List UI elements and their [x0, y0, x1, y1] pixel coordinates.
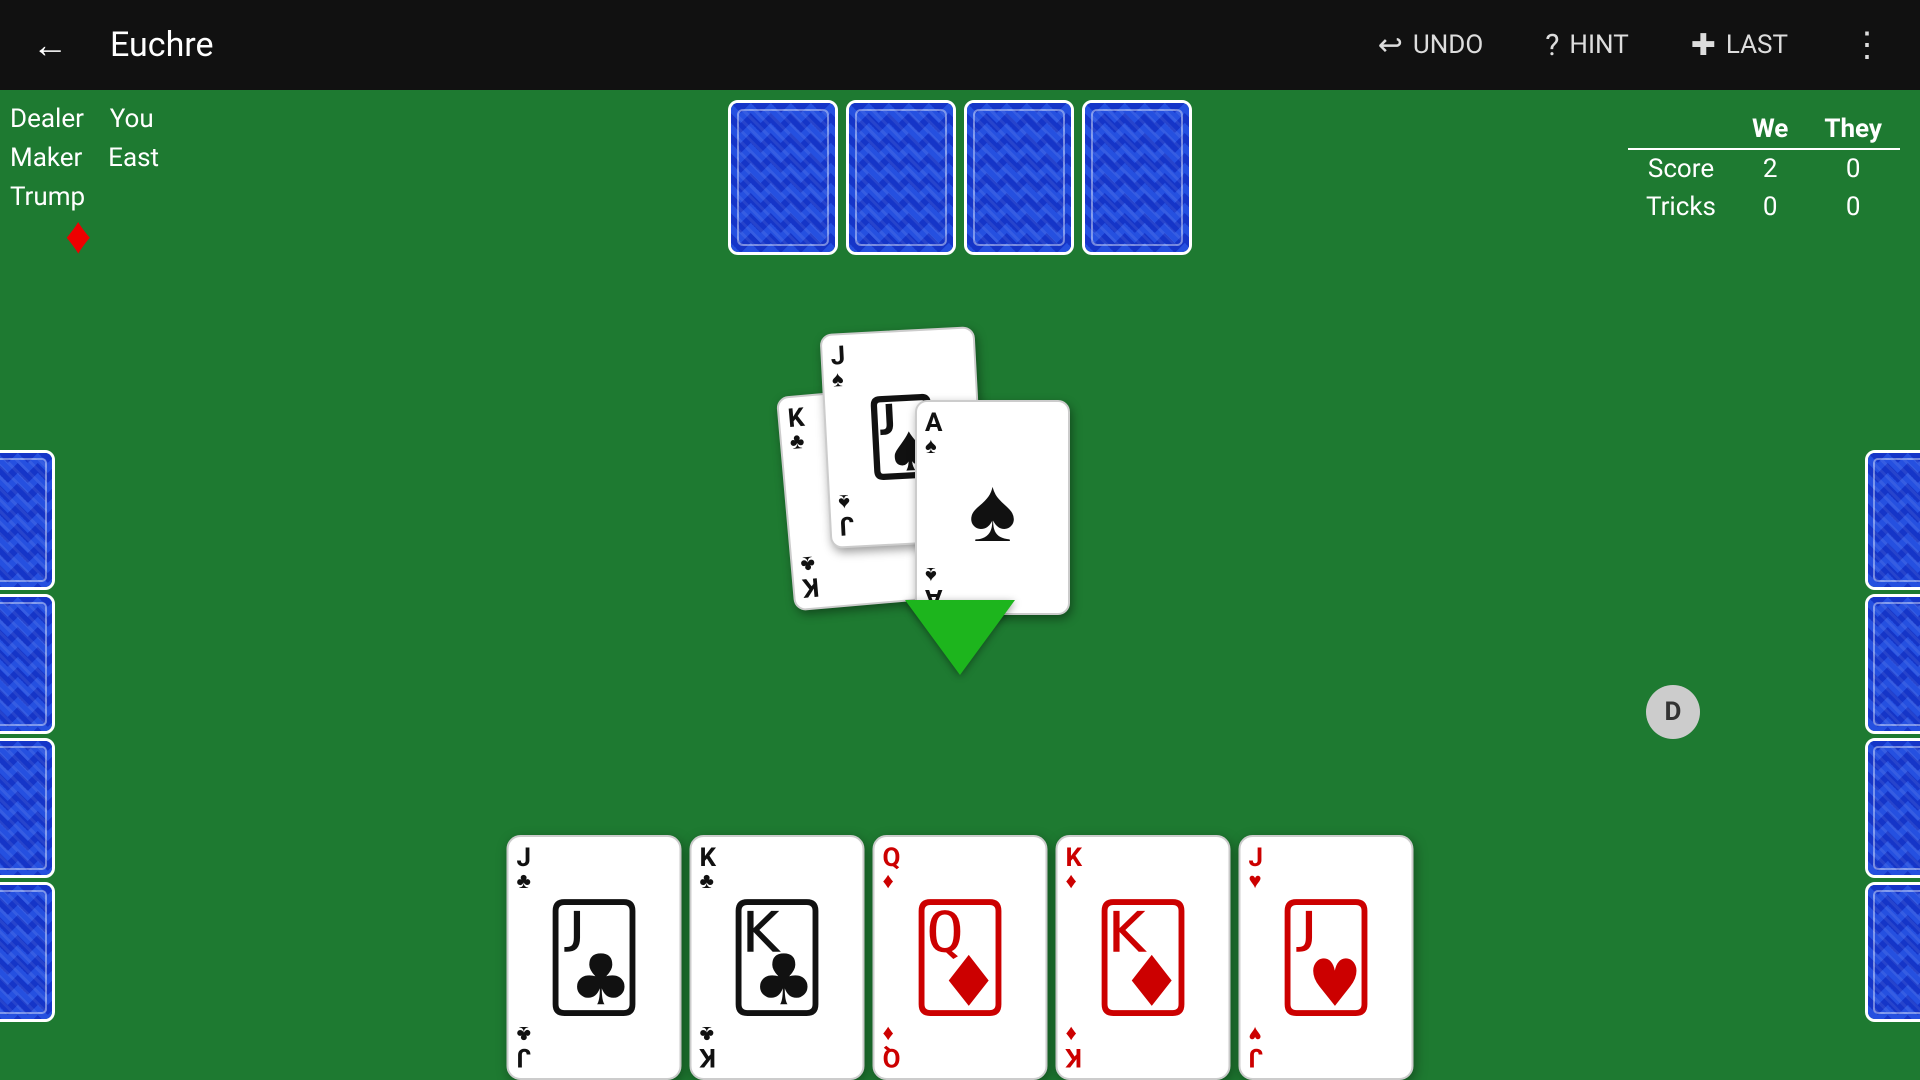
jc-art: 🃛: [543, 899, 645, 1017]
kc-suit-top: ♣: [700, 871, 714, 893]
more-options-button[interactable]: ⋮: [1834, 19, 1900, 71]
jh-art: 🂻: [1275, 899, 1377, 1017]
they-tricks-value: 0: [1806, 188, 1900, 226]
back-button[interactable]: ←: [20, 16, 80, 74]
you-label: You: [110, 104, 154, 134]
dealer-badge: D: [1646, 685, 1700, 739]
game-info-panel: Dealer You Maker East Trump: [10, 100, 159, 217]
north-card-1: [728, 100, 838, 255]
undo-label: UNDO: [1413, 30, 1483, 60]
tricks-row-label: Tricks: [1628, 188, 1734, 226]
qd-suit-top: ♦: [883, 871, 894, 893]
jack-spades-rank-top: J: [830, 343, 846, 370]
we-tricks-value: 0: [1734, 188, 1806, 226]
west-card-1: [0, 450, 55, 590]
ace-spades-rank-top: A: [925, 410, 942, 436]
dealer-info: Dealer You: [10, 100, 159, 139]
west-card-2: [0, 594, 55, 734]
hand-card-king-diamonds[interactable]: K ♦ 🃎 K ♦: [1056, 835, 1231, 1080]
hand-card-queen-diamonds[interactable]: Q ♦ 🃍 Q ♦: [873, 835, 1048, 1080]
kd-art: 🃎: [1092, 899, 1194, 1017]
hint-label: HINT: [1569, 30, 1628, 60]
last-icon: ✚: [1691, 28, 1716, 63]
north-card-3: [964, 100, 1074, 255]
north-card-4: [1082, 100, 1192, 255]
ace-spades-art: ♠: [969, 458, 1017, 563]
score-panel: We They Score 2 0 Tricks 0 0: [1628, 110, 1900, 226]
player-hand[interactable]: J ♣ 🃛 J ♣ K ♣ 🃞: [503, 835, 1418, 1080]
they-header: They: [1806, 110, 1900, 149]
jh-suit-top: ♥: [1249, 871, 1262, 893]
north-card-2: [846, 100, 956, 255]
west-card-3: [0, 738, 55, 878]
qd-art: 🃍: [909, 899, 1011, 1017]
hint-button[interactable]: ? HINT: [1529, 22, 1645, 69]
kc-rank-top: K: [700, 845, 717, 871]
qd-rank-top: Q: [883, 845, 901, 871]
last-label: LAST: [1726, 30, 1788, 60]
they-score-value: 0: [1806, 149, 1900, 188]
top-navigation-bar: ← Euchre ↩ UNDO ? HINT ✚ LAST ⋮: [0, 0, 1920, 90]
kd-rank-top: K: [1066, 845, 1083, 871]
east-card-4: [1865, 882, 1920, 1022]
maker-info: Maker East: [10, 139, 159, 178]
we-header: We: [1734, 110, 1806, 149]
trump-suit-symbol: ♦: [65, 205, 92, 266]
center-play-area: K ♣ 🂾 K ♣ J ♠ 🂫 J ♠: [785, 330, 1135, 590]
east-player-cards: [1865, 450, 1920, 1022]
we-score-value: 2: [1734, 149, 1806, 188]
maker-label: Maker: [10, 143, 82, 173]
east-card-2: [1865, 594, 1920, 734]
hand-card-jack-clubs[interactable]: J ♣ 🃛 J ♣: [507, 835, 682, 1080]
played-card-ace-spades: A ♠ ♠ A ♠: [915, 400, 1070, 615]
undo-button[interactable]: ↩ UNDO: [1362, 22, 1500, 69]
last-button[interactable]: ✚ LAST: [1675, 22, 1804, 69]
east-label: East: [108, 143, 159, 173]
jack-spades-suit-top: ♠: [831, 369, 844, 392]
we-column-header: [1628, 110, 1734, 149]
jh-rank-top: J: [1249, 845, 1264, 871]
north-player-cards: [728, 100, 1192, 255]
east-card-1: [1865, 450, 1920, 590]
dealer-label: Dealer: [10, 104, 84, 134]
east-card-3: [1865, 738, 1920, 878]
hand-card-jack-hearts[interactable]: J ♥ 🂻 J ♥: [1239, 835, 1414, 1080]
west-player-cards: [0, 450, 55, 1022]
ace-spades-suit-top: ♠: [925, 436, 937, 458]
undo-icon: ↩: [1378, 28, 1403, 63]
jc-suit-top: ♣: [517, 871, 531, 893]
hand-card-king-clubs[interactable]: K ♣ 🃞 K ♣: [690, 835, 865, 1080]
hint-icon: ?: [1545, 28, 1559, 63]
west-card-4: [0, 882, 55, 1022]
score-row-label: Score: [1628, 149, 1734, 188]
game-area: Dealer You Maker East Trump ♦ We They Sc…: [0, 90, 1920, 1080]
jc-rank-top: J: [517, 845, 532, 871]
king-clubs-suit-top: ♣: [789, 431, 805, 454]
kd-suit-top: ♦: [1066, 871, 1077, 893]
game-title: Euchre: [110, 25, 1332, 65]
play-direction-arrow: [905, 600, 1015, 675]
kc-art: 🃞: [726, 899, 828, 1017]
